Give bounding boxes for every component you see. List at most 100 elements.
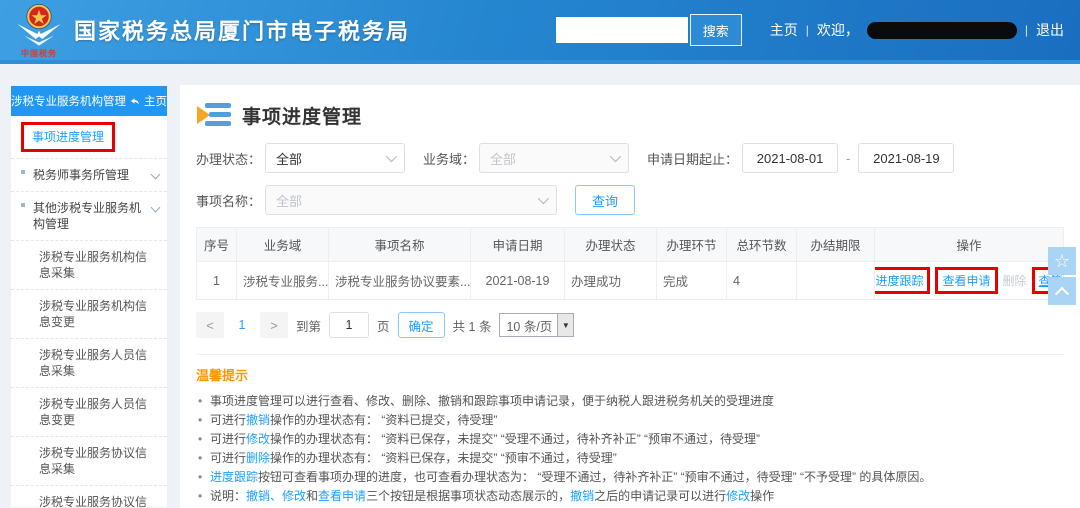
divider: | <box>805 23 809 37</box>
sidebar-item[interactable]: 涉税专业服务机构信息采集 <box>11 241 167 290</box>
tip-text: 三个按钮是根据事项状态动态展示的， <box>366 489 571 503</box>
tip-text: 可进行 <box>210 432 247 446</box>
logo-calligraphy: 中国税务 <box>21 48 57 58</box>
emblem-icon <box>17 3 61 46</box>
goto-confirm-button[interactable]: 确定 <box>397 312 445 338</box>
item-name-filter-select[interactable]: 全部 <box>265 185 558 215</box>
status-filter-label: 办理状态： <box>196 151 262 167</box>
tax-bureau-logo: 中国税务 <box>10 2 68 59</box>
tip-text: 之后的申请记录可以进行 <box>594 489 727 503</box>
tip-text: 可进行 <box>210 451 247 465</box>
tip-item: 可进行删除操作的办理状态有： “资料已保存，未提交” “预审不通过，待受理” <box>196 449 1064 468</box>
floating-buttons: ☆ <box>1048 247 1076 305</box>
tip-text: 操作 <box>750 489 775 503</box>
sidebar-header-title: 涉税专业服务机构管理 <box>11 96 126 108</box>
current-page[interactable]: 1 <box>232 318 252 332</box>
date-from-input[interactable]: 2021-08-01 <box>742 143 839 173</box>
main-panel: 事项进度管理 办理状态： 全部 业务域： 全部 申请日期起止： 2021-08-… <box>180 85 1080 508</box>
back-to-top-button[interactable] <box>1048 277 1076 305</box>
table-cell: 1 <box>196 261 237 300</box>
nav-home-link[interactable]: 主页 <box>770 20 798 40</box>
chevron-down-icon <box>150 169 161 180</box>
tip-link[interactable]: 修改 <box>246 432 270 446</box>
goto-suffix-label: 页 <box>377 319 390 334</box>
sidebar-item[interactable]: 涉税专业服务机构信息变更 <box>11 290 167 339</box>
query-button[interactable]: 查询 <box>575 185 636 215</box>
tip-text: 按钮可查看事项办理的进度，也可查看办理状态为： “受理不通过，待补齐补正” “预… <box>258 470 932 484</box>
table-cell: 4 <box>726 261 797 300</box>
tip-item: 说明：撤销、修改和查看申请三个按钮是根据事项状态动态展示的，撤销之后的申请记录可… <box>196 487 1064 506</box>
table-cell: 涉税专业服务... <box>236 261 329 300</box>
page-title: 事项进度管理 <box>242 106 363 128</box>
table-header-cell: 办结期限 <box>796 227 875 262</box>
back-arrow-icon <box>131 97 139 105</box>
tip-link[interactable]: 撤销 <box>570 489 594 503</box>
goto-prefix-label: 到第 <box>296 319 322 334</box>
dropdown-arrow-icon: ▼ <box>557 314 574 336</box>
chevron-down-icon <box>609 150 622 163</box>
table-header-cell: 总环节数 <box>726 227 797 262</box>
date-separator: - <box>846 150 851 166</box>
sidebar-header: 涉税专业服务机构管理 主页 <box>11 86 167 116</box>
page: 中国税务 国家税务总局厦门市电子税务局 搜索 主页 | 欢迎， | 退出 涉税专… <box>0 0 1080 508</box>
sidebar-menu: 事项进度管理 税务师事务所管理 其他涉税专业服务机构管理 涉税专业服务机构信息采集 涉税… <box>11 116 167 507</box>
pagination: < 1 > 到第 页 确定 共 1 条 10 条/页 ▼ <box>196 312 1064 338</box>
date-to-input[interactable]: 2021-08-19 <box>858 143 955 173</box>
date-range-label: 申请日期起止： <box>647 151 739 167</box>
tip-link[interactable]: 修改 <box>726 489 750 503</box>
total-count-label: 共 1 条 <box>452 319 492 334</box>
annotation-red-box: 事项进度管理 <box>21 122 116 152</box>
tip-link[interactable]: 进度跟踪 <box>210 470 258 484</box>
status-filter-select[interactable]: 全部 <box>265 143 406 173</box>
goto-page-input[interactable] <box>329 312 370 338</box>
tip-text: 操作的办理状态有： “资料已提交，待受理” <box>270 413 498 427</box>
favorite-button[interactable]: ☆ <box>1048 247 1076 275</box>
tip-link[interactable]: 撤销 <box>246 413 270 427</box>
tip-text: 事项进度管理可以进行查看、修改、删除、撤销和跟踪事项申请记录，便于纳税人跟进税务… <box>210 394 775 408</box>
sidebar-home-link[interactable]: 主页 <box>144 93 167 109</box>
action-link[interactable]: 进度跟踪 <box>875 267 931 294</box>
chevron-down-icon <box>537 192 550 205</box>
table-cell: 办理成功 <box>564 261 657 300</box>
up-chevron-icon <box>1054 286 1070 301</box>
tip-link[interactable]: 删除 <box>246 451 270 465</box>
tip-text: 可进行 <box>210 413 247 427</box>
table-header-cell: 申请日期 <box>470 227 565 262</box>
table-header-cell: 业务域 <box>236 227 329 262</box>
sidebar-item[interactable]: 税务师事务所管理 <box>11 159 167 192</box>
chevron-down-icon <box>385 150 398 163</box>
domain-filter-label: 业务域： <box>423 151 476 167</box>
sidebar-item[interactable]: 涉税专业服务协议信息批量采集 <box>11 486 167 507</box>
tip-item: 进度跟踪按钮可查看事项办理的进度，也可查看办理状态为： “受理不通过，待补齐补正… <box>196 468 1064 487</box>
tip-link[interactable]: 撤销、修改 <box>246 489 306 503</box>
table-header-row: 序号 业务域 事项名称 申请日期 办理状态 办理环节 总环节数 办结期限 操作 <box>196 227 1064 262</box>
sidebar-item[interactable]: 其他涉税专业服务机构管理 <box>11 192 167 241</box>
action-link[interactable]: 查看申请 <box>935 267 998 294</box>
app-header: 中国税务 国家税务总局厦门市电子税务局 搜索 主页 | 欢迎， | 退出 <box>0 0 1080 64</box>
tip-item: 事项进度管理可以进行查看、修改、删除、撤销和跟踪事项申请记录，便于纳税人跟进税务… <box>196 392 1064 411</box>
actions-cell: 进度跟踪查看申请删除查签 <box>874 261 1064 300</box>
sidebar-item[interactable]: 涉税专业服务人员信息变更 <box>11 388 167 437</box>
tip-link[interactable]: 查看申请 <box>318 489 366 503</box>
table-header-cell: 办理状态 <box>564 227 657 262</box>
tip-item: 可进行修改操作的办理状态有： “资料已保存，未提交” “受理不通过，待补齐补正”… <box>196 430 1064 449</box>
table-cell: 完成 <box>656 261 727 300</box>
item-name-filter-label: 事项名称： <box>196 193 262 209</box>
tip-text: 操作的办理状态有： “资料已保存，未提交” “受理不通过，待补齐补正” “预审不… <box>270 432 761 446</box>
domain-filter-select[interactable]: 全部 <box>479 143 630 173</box>
welcome-label: 欢迎， <box>816 22 859 38</box>
sidebar-item[interactable]: 涉税专业服务人员信息采集 <box>11 339 167 388</box>
table-header-cell: 事项名称 <box>328 227 471 262</box>
next-page-button[interactable]: > <box>260 312 288 338</box>
sidebar-item[interactable]: 事项进度管理 <box>11 116 167 159</box>
tip-item: 可进行撤销操作的办理状态有： “资料已提交，待受理” <box>196 411 1064 430</box>
logout-link[interactable]: 退出 <box>1036 20 1064 40</box>
prev-page-button[interactable]: < <box>196 312 224 338</box>
page-size-select[interactable]: 10 条/页 ▼ <box>499 313 575 337</box>
tips-list: 事项进度管理可以进行查看、修改、删除、撤销和跟踪事项申请记录，便于纳税人跟进税务… <box>196 392 1064 506</box>
header-search-input[interactable] <box>555 17 688 43</box>
header-search-button[interactable]: 搜索 <box>689 14 742 46</box>
sidebar-item[interactable]: 涉税专业服务协议信息采集 <box>11 437 167 486</box>
table-cell: 2021-08-19 <box>470 261 565 300</box>
redacted-username <box>866 21 1017 39</box>
